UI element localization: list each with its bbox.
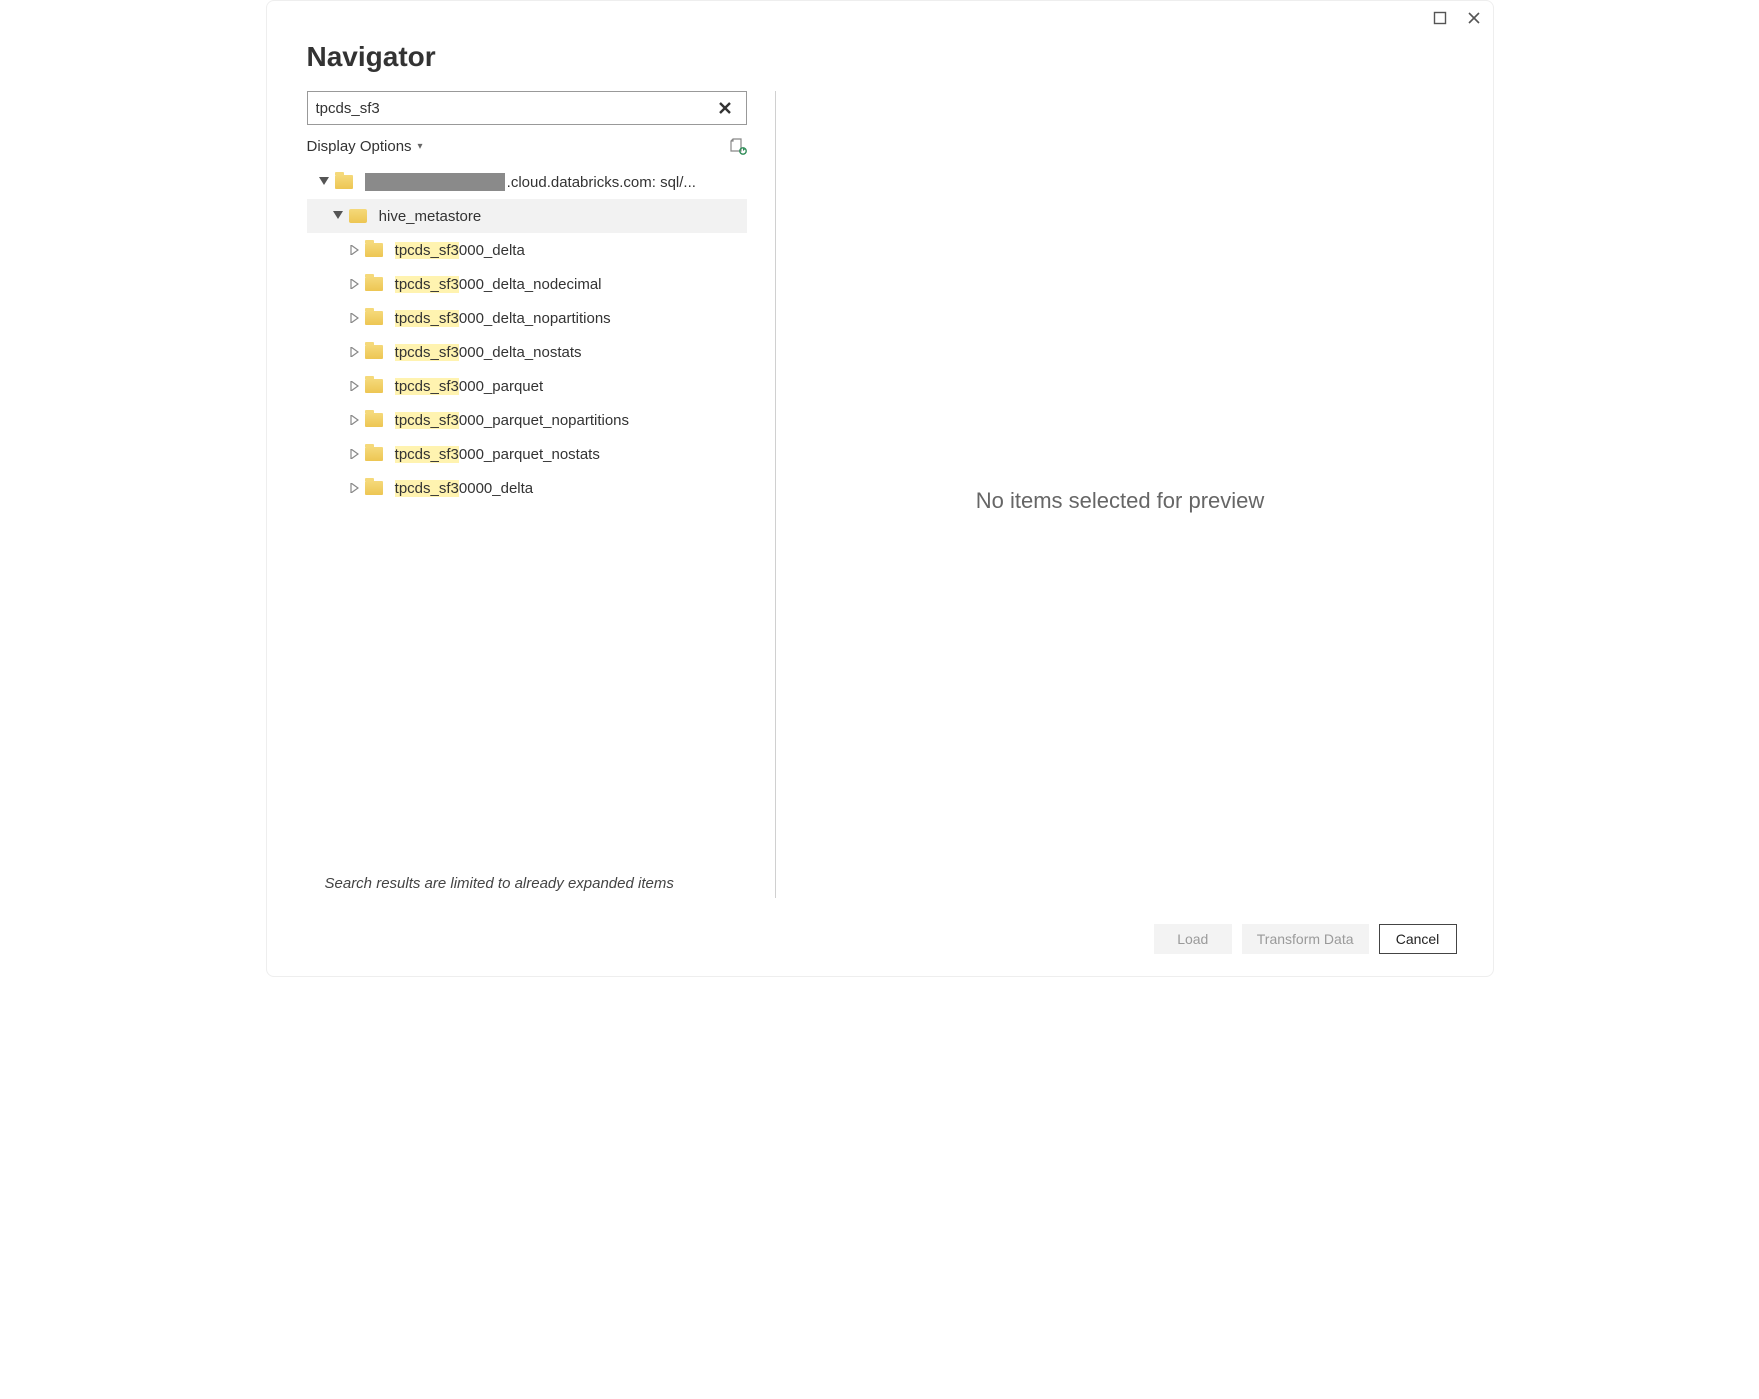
transform-data-button[interactable]: Transform Data	[1242, 924, 1369, 954]
folder-icon	[365, 277, 383, 291]
tree-schema-item[interactable]: tpcds_sf3000_delta_nostats	[307, 335, 747, 369]
pane-divider	[775, 91, 776, 898]
tree-root-connection[interactable]: .cloud.databricks.com: sql/...	[307, 165, 747, 199]
cancel-button[interactable]: Cancel	[1379, 924, 1457, 954]
tree-item-label: tpcds_sf3000_delta	[391, 242, 525, 259]
tree-item-label: tpcds_sf3000_parquet	[391, 378, 544, 395]
tree-item-label: hive_metastore	[375, 208, 482, 225]
search-input[interactable]	[308, 96, 718, 121]
tree-item-label: tpcds_sf3000_delta_nopartitions	[391, 310, 611, 327]
dialog-footer: Load Transform Data Cancel	[267, 910, 1493, 976]
tree-item-label: tpcds_sf3000_delta_nostats	[391, 344, 582, 361]
redacted-hostname	[365, 173, 505, 191]
navigator-tree[interactable]: .cloud.databricks.com: sql/... hive_meta…	[307, 165, 747, 863]
clear-search-icon[interactable]	[718, 101, 746, 115]
search-box	[307, 91, 747, 125]
display-options-label: Display Options	[307, 138, 412, 155]
expand-icon[interactable]	[347, 447, 361, 461]
collapse-icon[interactable]	[317, 175, 331, 189]
display-options-dropdown[interactable]: Display Options ▾	[307, 138, 423, 155]
folder-icon	[365, 447, 383, 461]
expand-icon[interactable]	[347, 243, 361, 257]
refresh-icon[interactable]	[729, 137, 747, 155]
folder-icon	[335, 175, 353, 189]
close-icon[interactable]	[1465, 9, 1483, 27]
preview-pane: No items selected for preview	[788, 91, 1453, 910]
navigator-dialog: Navigator Display Options ▾	[266, 0, 1494, 977]
folder-icon	[365, 311, 383, 325]
folder-icon	[365, 481, 383, 495]
dialog-body: Display Options ▾ .cloud.databricks.com:…	[267, 91, 1493, 910]
dialog-title: Navigator	[307, 41, 1453, 73]
tree-schema-item[interactable]: tpcds_sf30000_delta	[307, 471, 747, 505]
folder-icon	[365, 413, 383, 427]
expand-icon[interactable]	[347, 481, 361, 495]
tree-schema-item[interactable]: tpcds_sf3000_delta_nodecimal	[307, 267, 747, 301]
folder-icon	[365, 379, 383, 393]
folder-icon	[365, 243, 383, 257]
search-scope-note: Search results are limited to already ex…	[307, 863, 747, 910]
expand-icon[interactable]	[347, 277, 361, 291]
preview-empty-message: No items selected for preview	[976, 488, 1265, 514]
tree-schema-item[interactable]: tpcds_sf3000_parquet_nostats	[307, 437, 747, 471]
folder-icon	[365, 345, 383, 359]
tree-schema-item[interactable]: tpcds_sf3000_parquet_nopartitions	[307, 403, 747, 437]
left-pane: Display Options ▾ .cloud.databricks.com:…	[307, 91, 747, 910]
tree-item-label: tpcds_sf30000_delta	[391, 480, 534, 497]
expand-icon[interactable]	[347, 345, 361, 359]
expand-icon[interactable]	[347, 311, 361, 325]
expand-icon[interactable]	[347, 413, 361, 427]
collapse-icon[interactable]	[331, 209, 345, 223]
dialog-header: Navigator	[267, 33, 1493, 91]
tree-schema-item[interactable]: tpcds_sf3000_parquet	[307, 369, 747, 403]
tree-schema-item[interactable]: tpcds_sf3000_delta	[307, 233, 747, 267]
titlebar	[267, 1, 1493, 33]
chevron-down-icon: ▾	[418, 141, 423, 152]
tree-item-label: tpcds_sf3000_delta_nodecimal	[391, 276, 602, 293]
tree-root-label: .cloud.databricks.com: sql/...	[507, 174, 696, 191]
tree-item-label: tpcds_sf3000_parquet_nopartitions	[391, 412, 630, 429]
tree-item-label: tpcds_sf3000_parquet_nostats	[391, 446, 600, 463]
database-icon	[349, 209, 367, 223]
tree-catalog-hive-metastore[interactable]: hive_metastore	[307, 199, 747, 233]
maximize-icon[interactable]	[1431, 9, 1449, 27]
load-button[interactable]: Load	[1154, 924, 1232, 954]
expand-icon[interactable]	[347, 379, 361, 393]
toolbar-row: Display Options ▾	[307, 131, 747, 161]
tree-schema-item[interactable]: tpcds_sf3000_delta_nopartitions	[307, 301, 747, 335]
